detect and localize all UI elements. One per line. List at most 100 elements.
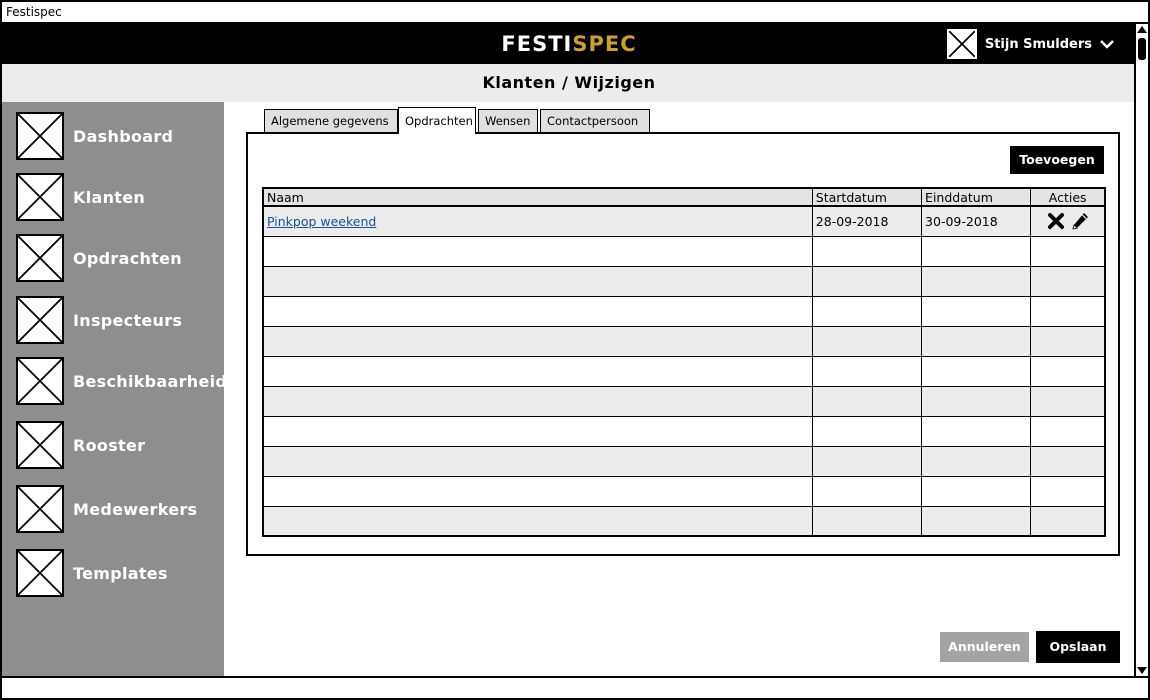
table-cell xyxy=(812,416,923,447)
sidebar-item-label: Templates xyxy=(73,563,168,583)
table-cell xyxy=(921,296,1032,327)
image-placeholder-icon xyxy=(16,485,64,533)
table-cell xyxy=(1030,416,1106,447)
scroll-down-arrow-icon[interactable] xyxy=(1137,667,1147,674)
table-row xyxy=(263,416,1106,447)
window-titlebar: Festispec xyxy=(0,0,1150,22)
cancel-button[interactable]: Annuleren xyxy=(940,632,1029,662)
table-row[interactable]: Pinkpop weekend 28-09-2018 30-09-2018 xyxy=(263,206,1106,237)
image-placeholder-icon xyxy=(16,549,64,597)
table-row xyxy=(263,236,1106,267)
table-cell xyxy=(921,326,1032,357)
delete-icon[interactable] xyxy=(1046,211,1066,231)
tab-algemene-gegevens[interactable]: Algemene gegevens xyxy=(264,109,398,133)
table-cell xyxy=(921,266,1032,297)
table-cell xyxy=(812,236,923,267)
table-cell-einddatum: 30-09-2018 xyxy=(921,206,1032,237)
page-title-bar: Klanten / Wijzigen xyxy=(2,64,1136,102)
table-cell xyxy=(1030,266,1106,297)
table-cell xyxy=(1030,476,1106,507)
table-row xyxy=(263,356,1106,387)
table-cell xyxy=(812,476,923,507)
table-cell-acties xyxy=(1030,206,1106,237)
table-cell xyxy=(263,416,813,447)
table-row xyxy=(263,446,1106,477)
sidebar-item-label: Dashboard xyxy=(73,126,174,146)
table-cell xyxy=(263,356,813,387)
table-cell xyxy=(812,386,923,417)
table-cell xyxy=(921,476,1032,507)
image-placeholder-icon xyxy=(16,173,64,221)
sidebar-item-label: Medewerkers xyxy=(73,499,198,519)
sidebar-item-inspecteurs[interactable]: Inspecteurs xyxy=(16,296,182,344)
table-cell xyxy=(1030,236,1106,267)
table-row xyxy=(263,386,1106,417)
add-button[interactable]: Toevoegen xyxy=(1010,146,1104,174)
top-bar: FESTISPEC Stijn Smulders xyxy=(2,24,1136,64)
table-cell xyxy=(921,446,1032,477)
table-cell xyxy=(812,326,923,357)
table-cell xyxy=(812,506,923,537)
table-cell xyxy=(812,296,923,327)
image-placeholder-icon xyxy=(16,112,64,160)
sidebar-item-opdrachten[interactable]: Opdrachten xyxy=(16,234,182,282)
save-button[interactable]: Opslaan xyxy=(1036,631,1120,663)
table-cell xyxy=(921,416,1032,447)
table-cell-startdatum: 28-09-2018 xyxy=(812,206,923,237)
table-cell xyxy=(1030,446,1106,477)
table-row xyxy=(263,326,1106,357)
column-header-naam[interactable]: Naam xyxy=(263,188,813,207)
sidebar-item-rooster[interactable]: Rooster xyxy=(16,421,145,469)
tab-contactpersoon[interactable]: Contactpersoon xyxy=(540,109,650,133)
sidebar-item-dashboard[interactable]: Dashboard xyxy=(16,112,173,160)
column-header-startdatum[interactable]: Startdatum xyxy=(812,188,923,207)
table-cell xyxy=(812,266,923,297)
table-cell xyxy=(263,446,813,477)
column-header-einddatum[interactable]: Einddatum xyxy=(921,188,1032,207)
tab-opdrachten[interactable]: Opdrachten xyxy=(398,107,476,134)
table-cell xyxy=(921,236,1032,267)
table-cell xyxy=(1030,506,1106,537)
tab-label: Contactpersoon xyxy=(547,114,639,128)
edit-pencil-icon[interactable] xyxy=(1070,211,1090,231)
scroll-up-arrow-icon[interactable] xyxy=(1137,26,1147,33)
sidebar-item-templates[interactable]: Templates xyxy=(16,549,168,597)
user-name: Stijn Smulders xyxy=(984,36,1092,52)
assignment-link[interactable]: Pinkpop weekend xyxy=(267,214,376,229)
table-cell xyxy=(921,356,1032,387)
sidebar-item-label: Rooster xyxy=(73,435,146,455)
chevron-down-icon xyxy=(1100,40,1114,49)
table-cell xyxy=(263,506,813,537)
image-placeholder-icon xyxy=(16,357,64,405)
tab-label: Opdrachten xyxy=(405,114,473,128)
tab-content-panel: Toevoegen Naam Startdatum Einddatum Acti… xyxy=(246,132,1120,556)
table-cell xyxy=(263,386,813,417)
table-cell xyxy=(1030,386,1106,417)
table-cell xyxy=(921,386,1032,417)
scroll-thumb[interactable] xyxy=(1138,38,1146,60)
table-cell-naam: Pinkpop weekend xyxy=(263,206,813,237)
tab-wensen[interactable]: Wensen xyxy=(478,109,538,133)
user-menu[interactable]: Stijn Smulders xyxy=(946,29,1114,59)
vertical-scrollbar[interactable] xyxy=(1134,24,1148,676)
table-cell xyxy=(263,476,813,507)
brand-text-part2: SPEC xyxy=(572,32,637,56)
table-row xyxy=(263,506,1106,537)
tab-label: Wensen xyxy=(485,114,531,128)
sidebar-item-medewerkers[interactable]: Medewerkers xyxy=(16,485,197,533)
table-cell xyxy=(263,326,813,357)
table-row xyxy=(263,296,1106,327)
brand-text-part1: FESTI xyxy=(501,32,573,56)
sidebar-item-label: Beschikbaarheid xyxy=(73,371,228,391)
table-cell xyxy=(921,506,1032,537)
column-header-acties: Acties xyxy=(1030,188,1106,207)
image-placeholder-icon xyxy=(16,296,64,344)
user-avatar-icon xyxy=(946,29,977,59)
sidebar-item-beschikbaarheid[interactable]: Beschikbaarheid xyxy=(16,357,227,405)
sidebar-item-klanten[interactable]: Klanten xyxy=(16,173,145,221)
image-placeholder-icon xyxy=(16,234,64,282)
table-cell xyxy=(1030,356,1106,387)
table-row xyxy=(263,476,1106,507)
table-row xyxy=(263,266,1106,297)
status-bar xyxy=(2,676,1148,698)
